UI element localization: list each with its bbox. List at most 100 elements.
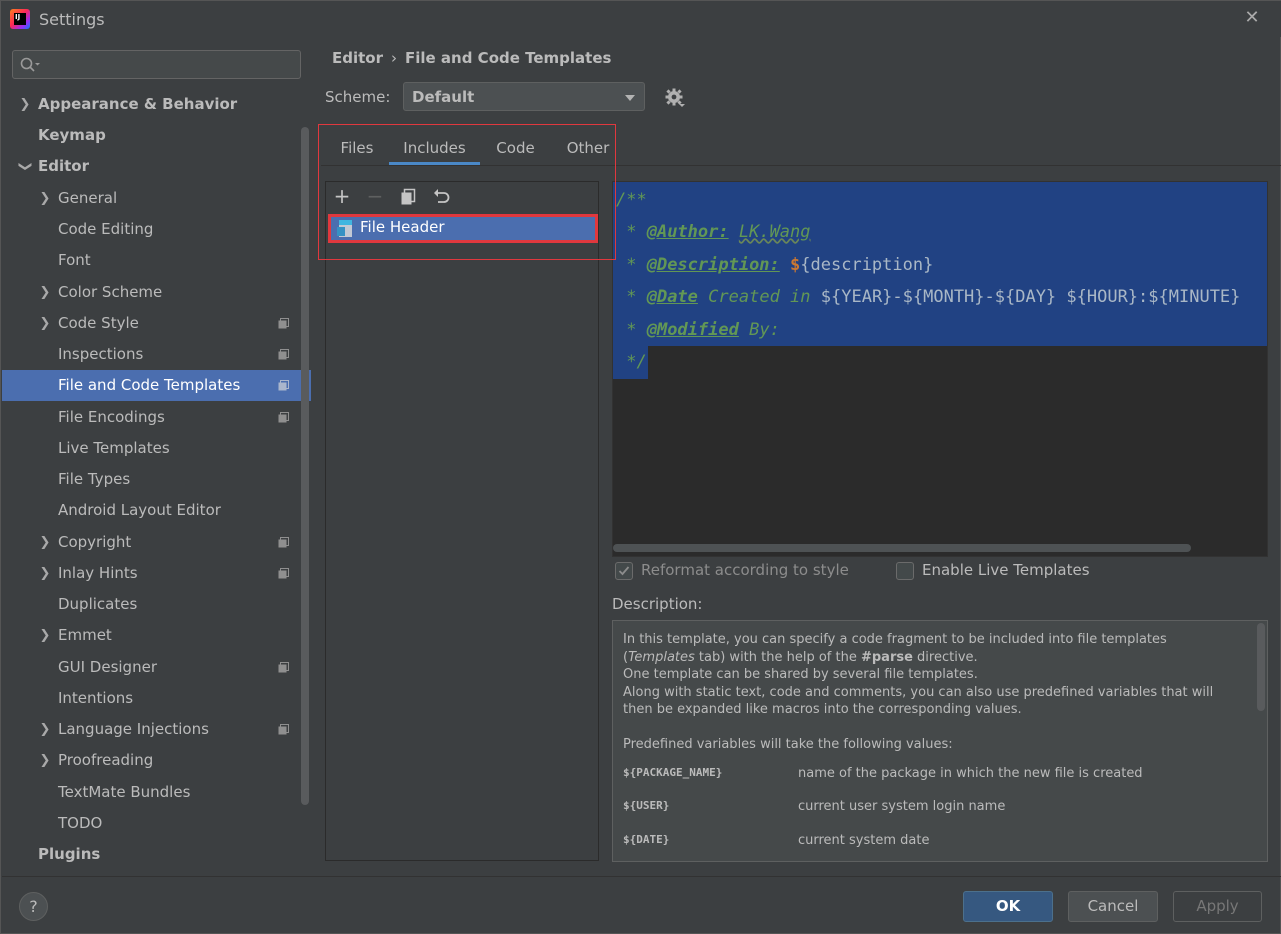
tree-item-keymap[interactable]: Keymap (2, 120, 311, 151)
tree-item-label: Plugins (38, 845, 101, 863)
tree-item-file-and-code-templates[interactable]: File and Code Templates (2, 370, 311, 401)
tree-item-label: Proofreading (58, 751, 154, 769)
ok-button[interactable]: OK (963, 891, 1053, 922)
tree-item-code-style[interactable]: ❯ Code Style (2, 308, 311, 339)
help-button[interactable]: ? (19, 892, 48, 921)
tab-includes[interactable]: Includes (389, 131, 480, 165)
tree-item-duplicates[interactable]: Duplicates (2, 589, 311, 620)
chevron-right-icon[interactable]: ❯ (18, 89, 32, 120)
variable-value: name of the package in which the new fil… (798, 766, 1143, 781)
project-scope-icon (278, 724, 289, 735)
tree-item-live-templates[interactable]: Live Templates (2, 433, 311, 464)
description-scrollbar[interactable] (1257, 623, 1265, 711)
editor-horizontal-scrollbar[interactable] (613, 544, 1191, 552)
tree-item-proofreading[interactable]: ❯ Proofreading (2, 745, 311, 776)
tree-item-textmate-bundles[interactable]: TextMate Bundles (2, 777, 311, 808)
reset-icon[interactable] (430, 185, 452, 207)
description-text: In this template, you can specify a code… (623, 632, 1214, 717)
gear-icon[interactable] (664, 87, 686, 109)
tree-item-label: Appearance & Behavior (38, 95, 238, 113)
search-input[interactable] (45, 54, 295, 75)
live-templates-checkbox[interactable] (896, 562, 914, 580)
tree-item-color-scheme[interactable]: ❯ Color Scheme (2, 277, 311, 308)
code-line: * @Author: LK.Wang (616, 222, 811, 242)
search-icon (20, 57, 40, 72)
tree-item-font[interactable]: Font (2, 245, 311, 276)
add-icon[interactable]: + (331, 185, 353, 207)
breadcrumb-parent[interactable]: Editor (332, 49, 383, 67)
reformat-label[interactable]: Reformat according to style (641, 561, 849, 579)
breadcrumb: Editor › File and Code Templates (332, 49, 611, 67)
bottom-divider (2, 876, 1281, 877)
variable-value: current system date (798, 833, 930, 848)
tree-item-intentions[interactable]: Intentions (2, 683, 311, 714)
tree-item-label: Language Injections (58, 720, 209, 738)
chevron-right-icon[interactable]: ❯ (38, 308, 52, 339)
project-scope-icon (278, 318, 289, 329)
tree-item-todo[interactable]: TODO (2, 808, 311, 839)
chevron-right-icon[interactable]: ❯ (38, 277, 52, 308)
tree-item-general[interactable]: ❯ General (2, 183, 311, 214)
tree-item-label: Android Layout Editor (58, 501, 221, 519)
settings-sidebar: ❯ Appearance & Behavior Keymap ❯ Editor … (2, 37, 311, 875)
tree-item-gui-designer[interactable]: GUI Designer (2, 652, 311, 683)
code-line: */ (626, 352, 647, 372)
javadoc-tag: @Date (646, 287, 698, 307)
code-line: * @Description: ${description} (616, 255, 934, 275)
close-icon[interactable]: ✕ (1241, 7, 1263, 29)
variable-key: ${USER} (623, 799, 670, 812)
tree-item-file-encodings[interactable]: File Encodings (2, 402, 311, 433)
template-var-dollar: $ (790, 255, 801, 275)
remove-icon[interactable]: − (364, 185, 386, 207)
template-var: ${YEAR}-${MONTH}-${DAY} ${HOUR}:${MINUTE… (820, 287, 1241, 307)
chevron-right-icon[interactable]: ❯ (38, 620, 52, 651)
chevron-right-icon[interactable]: ❯ (38, 183, 52, 214)
template-list-panel (325, 181, 599, 861)
tree-item-label: Live Templates (58, 439, 170, 457)
tree-item-label: Duplicates (58, 595, 138, 613)
copy-icon[interactable] (397, 185, 419, 207)
tab-code[interactable]: Code (488, 131, 543, 165)
reformat-checkbox[interactable] (615, 562, 633, 580)
search-field[interactable] (12, 50, 301, 79)
tree-item-label: File Encodings (58, 408, 165, 426)
chevron-right-icon[interactable]: ❯ (38, 714, 52, 745)
tab-other[interactable]: Other (557, 131, 619, 165)
tree-item-label: Keymap (38, 126, 106, 144)
template-code-editor[interactable]: /** * @Author: LK.Wang * @Description: $… (612, 181, 1268, 557)
tree-item-label: Intentions (58, 689, 134, 707)
chevron-right-icon[interactable]: ❯ (38, 558, 52, 589)
date-text: Created in (708, 287, 811, 307)
tree-item-label: TextMate Bundles (58, 783, 191, 801)
template-var: {description} (800, 255, 934, 275)
tree-item-copyright[interactable]: ❯ Copyright (2, 527, 311, 558)
tree-item-file-types[interactable]: File Types (2, 464, 311, 495)
tree-item-inspections[interactable]: Inspections (2, 339, 311, 370)
tree-item-language-injections[interactable]: ❯ Language Injections (2, 714, 311, 745)
tree-item-code-editing[interactable]: Code Editing (2, 214, 311, 245)
code-line: /** (616, 190, 647, 210)
live-templates-label[interactable]: Enable Live Templates (922, 561, 1090, 579)
tree-item-plugins[interactable]: Plugins (2, 839, 311, 870)
tree-item-android-layout-editor[interactable]: Android Layout Editor (2, 495, 311, 526)
tree-item-appearance-behavior[interactable]: ❯ Appearance & Behavior (2, 89, 311, 120)
scheme-dropdown[interactable]: Default (403, 82, 645, 111)
template-list-item[interactable]: File Header (331, 216, 595, 241)
tree-item-emmet[interactable]: ❯ Emmet (2, 620, 311, 651)
author-value: LK.Wang (738, 222, 811, 242)
intellij-logo-icon: IJ (10, 9, 30, 29)
tree-item-label: Inspections (58, 345, 144, 363)
tree-item-editor[interactable]: ❯ Editor (2, 151, 311, 182)
tree-item-inlay-hints[interactable]: ❯ Inlay Hints (2, 558, 311, 589)
sidebar-scrollbar[interactable] (301, 127, 309, 805)
tab-files[interactable]: Files (331, 131, 383, 165)
tree-item-label: Editor (38, 157, 89, 175)
chevron-right-icon[interactable]: ❯ (38, 527, 52, 558)
chevron-right-icon[interactable]: ❯ (38, 745, 52, 776)
checkmark-icon (618, 566, 630, 576)
apply-button[interactable]: Apply (1173, 891, 1262, 922)
tree-item-label: Code Style (58, 314, 139, 332)
cancel-button[interactable]: Cancel (1068, 891, 1158, 922)
chevron-down-icon[interactable]: ❯ (10, 160, 41, 174)
template-list-item-label: File Header (360, 218, 445, 236)
